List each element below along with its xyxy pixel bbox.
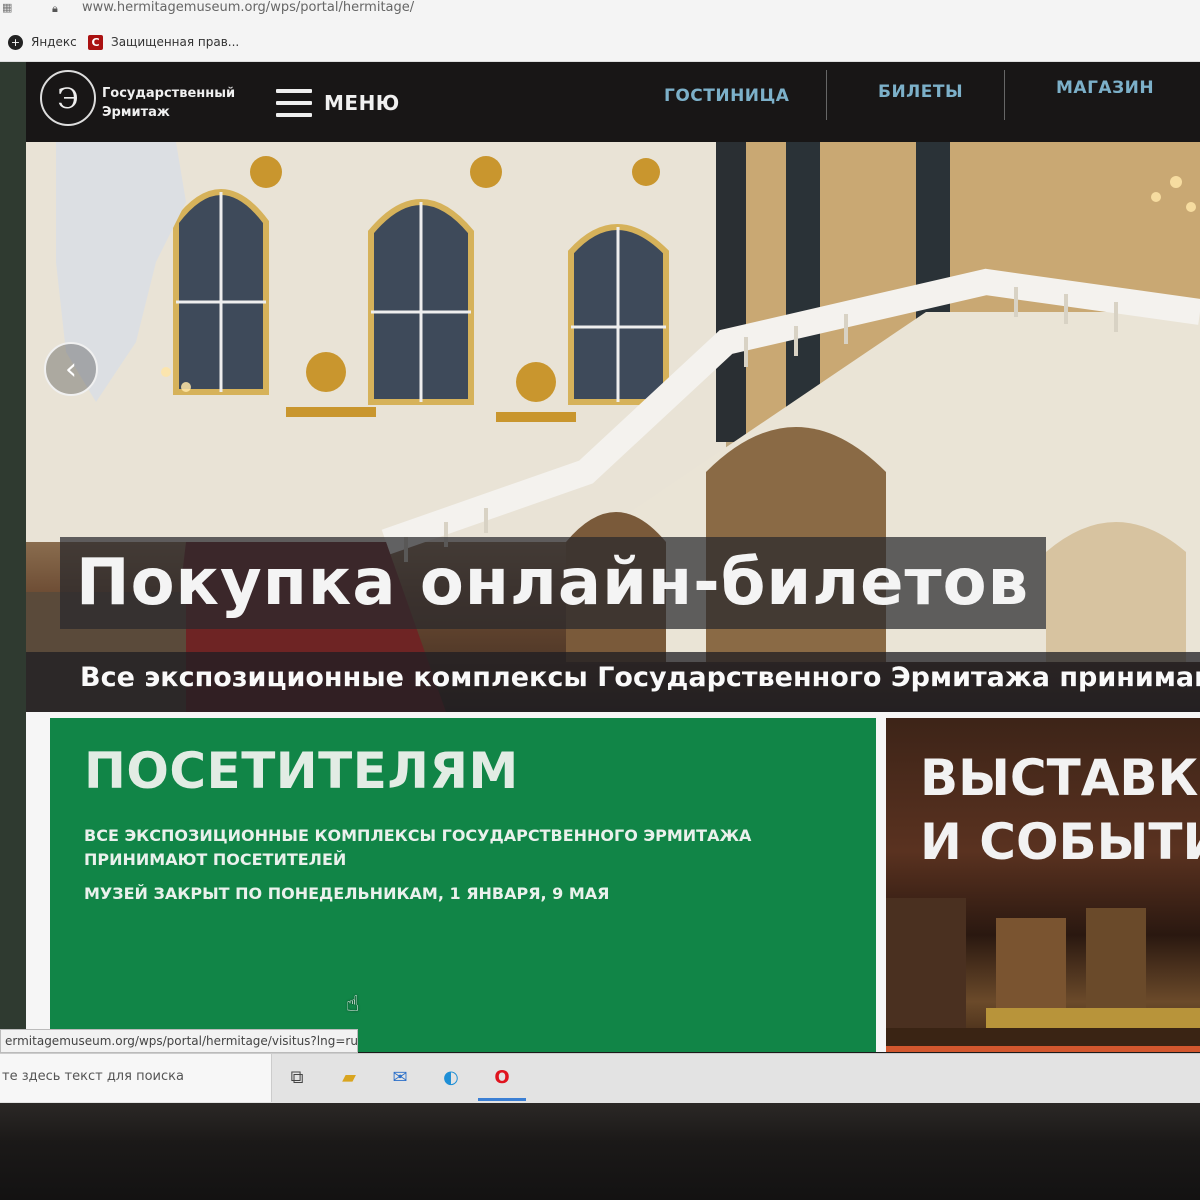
exhibitions-accent-bar xyxy=(886,1046,1200,1052)
copyright-bookmark-icon: C xyxy=(88,35,103,50)
nav-divider xyxy=(826,70,827,120)
chevron-left-icon: ‹ xyxy=(65,351,77,387)
url-text[interactable]: www.hermitagemuseum.org/wps/portal/hermi… xyxy=(82,0,414,15)
bookmarks-bar: + Яндекс C Защищенная прав... xyxy=(0,26,1200,62)
hermitage-logo[interactable]: Э xyxy=(40,70,96,126)
hero-title[interactable]: Покупка онлайн-билетов xyxy=(76,546,1029,620)
yandex-icon: + xyxy=(8,35,23,50)
site-header: Э Государственный Эрмитаж МЕНЮ ГОСТИНИЦА… xyxy=(26,62,1200,142)
windows-taskbar: те здесь текст для поиска ⧉ ▰ ✉ ◐ O xyxy=(0,1053,1200,1103)
hand-cursor-icon: ☝ xyxy=(346,992,360,1017)
edge-icon[interactable]: ◐ xyxy=(438,1064,464,1090)
nav-hotel[interactable]: ГОСТИНИЦА xyxy=(664,86,789,106)
bookmark-copyright[interactable]: C Защищенная прав... xyxy=(88,35,239,50)
left-edge-strip xyxy=(0,62,26,1052)
menu-label: МЕНЮ xyxy=(324,91,400,115)
logo-text[interactable]: Государственный Эрмитаж xyxy=(102,84,262,122)
visitors-card-title: ПОСЕТИТЕЛЯМ xyxy=(84,742,519,800)
previous-slide-button[interactable]: ‹ xyxy=(44,342,98,396)
visitors-card-info: ВСЕ ЭКСПОЗИЦИОННЫЕ КОМПЛЕКСЫ ГОСУДАРСТВЕ… xyxy=(84,826,752,869)
bookmark-label: Защищенная прав... xyxy=(111,35,240,49)
nav-tickets[interactable]: БИЛЕТЫ xyxy=(878,82,963,102)
nav-shop[interactable]: МАГАЗИН xyxy=(1056,78,1154,98)
monitor-bezel xyxy=(0,1103,1200,1200)
hero-slider[interactable]: ‹ Покупка онлайн-билетов Все экспозицион… xyxy=(26,142,1200,712)
task-view-icon[interactable]: ⧉ xyxy=(284,1064,310,1090)
taskbar-search-input[interactable]: те здесь текст для поиска xyxy=(0,1054,272,1102)
visitors-card-closed-info: МУЗЕЙ ЗАКРЫТ ПО ПОНЕДЕЛЬНИКАМ, 1 ЯНВАРЯ,… xyxy=(84,884,610,903)
bookmark-label: Яндекс xyxy=(31,35,77,49)
exhibitions-card[interactable]: ВЫСТАВК И СОБЫТИ xyxy=(886,718,1200,1052)
lock-icon: 🔒︎ xyxy=(52,2,58,15)
file-explorer-icon[interactable]: ▰ xyxy=(336,1064,362,1090)
visitors-card[interactable]: ПОСЕТИТЕЛЯМ ВСЕ ЭКСПОЗИЦИОННЫЕ КОМПЛЕКСЫ… xyxy=(50,718,876,1052)
hero-subtitle: Все экспозиционные комплексы Государстве… xyxy=(80,662,1200,693)
address-bar[interactable]: ▦ 🔒︎ www.hermitagemuseum.org/wps/portal/… xyxy=(0,0,1200,26)
exhibitions-card-title: ВЫСТАВК И СОБЫТИ xyxy=(920,749,1200,871)
status-link-preview: ermitagemuseum.org/wps/portal/hermitage/… xyxy=(0,1029,358,1053)
active-app-indicator xyxy=(478,1098,526,1101)
apps-grid-icon[interactable]: ▦ xyxy=(2,2,14,14)
menu-button[interactable]: МЕНЮ xyxy=(276,86,400,120)
bookmark-yandex[interactable]: + Яндекс xyxy=(8,35,77,50)
nav-divider xyxy=(1004,70,1005,120)
hamburger-icon xyxy=(276,89,312,117)
opera-icon[interactable]: O xyxy=(489,1064,515,1090)
web-page: Э Государственный Эрмитаж МЕНЮ ГОСТИНИЦА… xyxy=(0,62,1200,1052)
mail-icon[interactable]: ✉ xyxy=(387,1064,413,1090)
